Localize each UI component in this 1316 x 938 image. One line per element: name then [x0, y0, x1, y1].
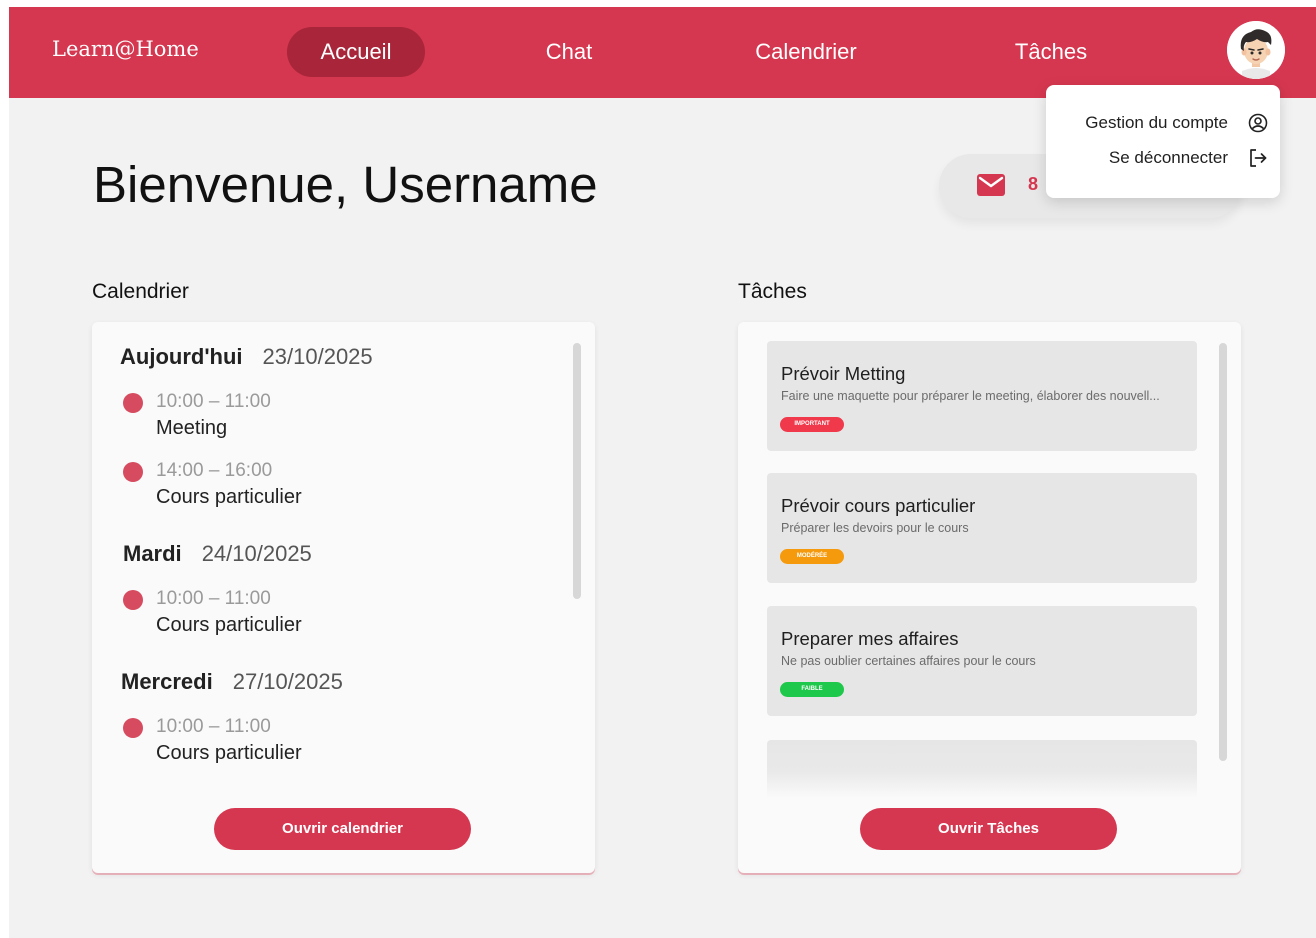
nav-item-accueil[interactable]: Accueil	[287, 27, 425, 77]
event-time: 10:00 – 11:00	[156, 391, 271, 412]
welcome-username: Username	[362, 156, 598, 213]
welcome-heading: Bienvenue, Username	[93, 155, 598, 214]
priority-badge: Modérée	[780, 549, 844, 564]
event-title[interactable]: Meeting	[156, 417, 227, 440]
day-name: Mardi	[123, 541, 182, 566]
menu-item-label: Se déconnecter	[1108, 148, 1228, 167]
welcome-greeting: Bienvenue,	[93, 156, 349, 213]
mail-icon	[977, 174, 1005, 196]
task-card[interactable]: Preparer mes affaires Ne pas oublier cer…	[767, 606, 1197, 716]
task-description: Faire une maquette pour préparer le meet…	[781, 389, 1160, 403]
day-date: 23/10/2025	[262, 344, 373, 369]
open-tasks-button[interactable]: Ouvrir Tâches	[860, 808, 1117, 850]
event-dot-icon	[123, 718, 143, 738]
calendar-day-header: Mardi 24/10/2025	[123, 541, 312, 567]
event-dot-icon	[123, 462, 143, 482]
calendar-section-title: Calendrier	[92, 280, 189, 303]
open-calendar-button[interactable]: Ouvrir calendrier	[214, 808, 471, 850]
task-description: Préparer les devoirs pour le cours	[781, 521, 969, 535]
menu-item-logout[interactable]: Se déconnecter	[1109, 146, 1268, 170]
calendar-card: Aujourd'hui 23/10/2025 10:00 – 11:00 Meet…	[92, 322, 595, 873]
nav-item-calendrier[interactable]: Calendrier	[731, 27, 881, 77]
menu-item-label: Gestion du compte	[1085, 113, 1228, 132]
task-title: Prévoir cours particulier	[781, 495, 976, 516]
event-time: 10:00 – 11:00	[156, 588, 271, 609]
calendar-day-header: Mercredi 27/10/2025	[121, 669, 343, 695]
app-logo[interactable]: Learn@Home	[52, 37, 199, 61]
menu-item-account-settings[interactable]: Gestion du compte	[1085, 111, 1268, 135]
avatar-face-icon	[1227, 21, 1285, 79]
event-title[interactable]: Cours particulier	[156, 614, 302, 637]
event-title[interactable]: Cours particulier	[156, 486, 302, 509]
task-description: Ne pas oublier certaines affaires pour l…	[781, 654, 1036, 668]
tasks-scrollbar[interactable]	[1219, 343, 1227, 761]
day-name: Mercredi	[121, 669, 213, 694]
nav-item-chat[interactable]: Chat	[509, 27, 629, 77]
day-date: 24/10/2025	[201, 541, 312, 566]
task-card[interactable]: Prévoir Metting Faire une maquette pour …	[767, 341, 1197, 451]
logout-icon	[1250, 149, 1267, 167]
nav-item-taches[interactable]: Tâches	[989, 27, 1113, 77]
task-card[interactable]: Prévoir cours particulier Préparer les d…	[767, 473, 1197, 583]
page: Learn@Home Accueil Chat Calendrier Tâche…	[9, 7, 1316, 938]
event-time: 10:00 – 11:00	[156, 716, 271, 737]
calendar-day-header: Aujourd'hui 23/10/2025	[120, 344, 373, 370]
event-dot-icon	[123, 590, 143, 610]
day-name: Aujourd'hui	[120, 344, 243, 369]
calendar-scrollbar[interactable]	[573, 343, 581, 599]
tasks-section-title: Tâches	[738, 280, 807, 303]
priority-badge: Faible	[780, 682, 844, 697]
event-dot-icon	[123, 393, 143, 413]
messages-count: 8	[1028, 174, 1039, 194]
user-circle-icon	[1248, 113, 1268, 133]
account-dropdown: Gestion du compte Se déconnecter	[1046, 85, 1280, 198]
user-avatar[interactable]	[1227, 21, 1285, 79]
tasks-card: Prévoir Metting Faire une maquette pour …	[738, 322, 1241, 873]
task-title: Preparer mes affaires	[781, 628, 959, 649]
task-card-faded	[767, 740, 1197, 798]
event-time: 14:00 – 16:00	[156, 460, 273, 481]
day-date: 27/10/2025	[232, 669, 343, 694]
task-title: Prévoir Metting	[781, 363, 906, 384]
event-title[interactable]: Cours particulier	[156, 742, 302, 765]
priority-badge: Important	[780, 417, 844, 432]
